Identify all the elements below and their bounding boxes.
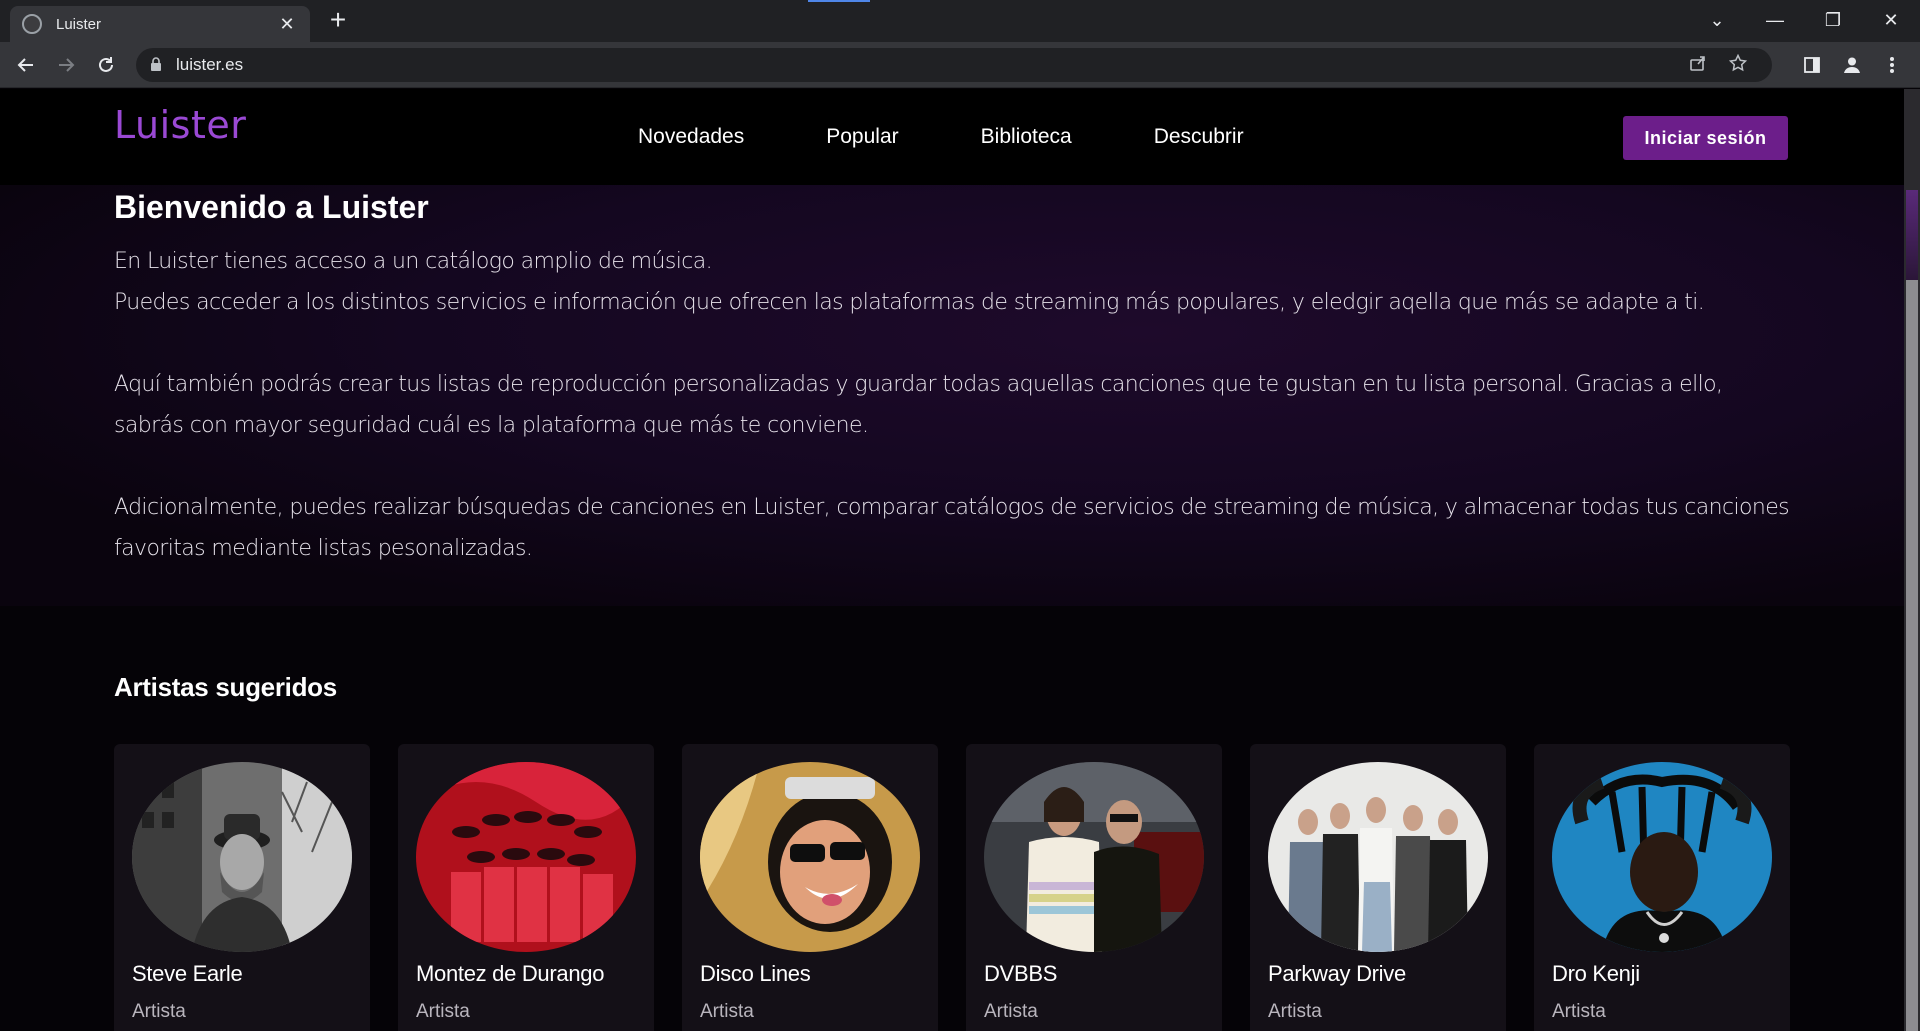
welcome-line-1b: Puedes acceder a los distintos servicios… — [114, 290, 1705, 315]
restore-icon[interactable]: ❐ — [1804, 0, 1862, 40]
nav-novedades[interactable]: Novedades — [638, 125, 744, 149]
artist-role: Artista — [700, 1001, 754, 1022]
welcome-line-1a: En Luister tienes acceso a un catálogo a… — [114, 249, 713, 274]
artist-name[interactable]: Disco Lines — [700, 961, 811, 987]
artist-photo[interactable] — [132, 762, 352, 952]
forward-arrow-icon[interactable] — [50, 49, 82, 81]
artist-photo[interactable] — [1268, 762, 1488, 952]
artist-name[interactable]: Steve Earle — [132, 961, 243, 987]
nav-popular[interactable]: Popular — [826, 125, 898, 149]
url-text[interactable]: luister.es — [176, 55, 1678, 75]
artist-name[interactable]: Parkway Drive — [1268, 961, 1406, 987]
artist-role: Artista — [416, 1001, 470, 1022]
minimize-icon[interactable]: — — [1746, 0, 1804, 40]
browser-toolbar: luister.es — [0, 42, 1920, 88]
side-panel-icon[interactable] — [1796, 49, 1828, 81]
window-controls: ⌄ — ❐ ✕ — [1688, 0, 1920, 40]
artist-card[interactable]: DVBBS Artista — [966, 744, 1222, 1031]
scrollbar-thumb[interactable] — [1906, 190, 1918, 280]
welcome-title: Bienvenido a Luister — [114, 189, 429, 225]
address-bar[interactable]: luister.es — [136, 48, 1772, 82]
artist-role: Artista — [984, 1001, 1038, 1022]
artist-role: Artista — [132, 1001, 186, 1022]
welcome-section: Bienvenido a Luister En Luister tienes a… — [0, 185, 1904, 606]
lock-icon[interactable] — [150, 56, 162, 74]
artist-card[interactable]: Parkway Drive Artista — [1250, 744, 1506, 1031]
artist-photo[interactable] — [1552, 762, 1772, 952]
nav-biblioteca[interactable]: Biblioteca — [981, 125, 1072, 149]
tab-favicon-icon — [22, 14, 42, 34]
tab-strip-indicator — [808, 0, 870, 2]
artist-role: Artista — [1552, 1001, 1606, 1022]
new-tab-button[interactable]: + — [323, 6, 353, 36]
more-menu-icon[interactable] — [1876, 49, 1908, 81]
artist-photo[interactable] — [416, 762, 636, 952]
artist-photo[interactable] — [984, 762, 1204, 952]
artist-card[interactable]: Steve Earle Artista — [114, 744, 370, 1031]
web-page: Luister Novedades Popular Biblioteca Des… — [0, 89, 1904, 1031]
artist-card[interactable]: Montez de Durango Artista — [398, 744, 654, 1031]
tab-title: Luister — [56, 15, 102, 33]
artist-card[interactable]: Dro Kenji Artista — [1534, 744, 1790, 1031]
browser-tab-bar: Luister ✕ + ⌄ — ❐ ✕ — [0, 0, 1920, 42]
artist-card[interactable]: Disco Lines Artista — [682, 744, 938, 1031]
login-button[interactable]: Iniciar sesión — [1623, 116, 1788, 160]
scrollbar-track[interactable] — [1906, 280, 1918, 1031]
tab-close-icon[interactable]: ✕ — [276, 14, 298, 35]
welcome-paragraph-2: Aquí también podrás crear tus listas de … — [114, 372, 1723, 438]
welcome-paragraph-3: Adicionalmente, puedes realizar búsqueda… — [114, 495, 1790, 561]
site-header: Luister Novedades Popular Biblioteca Des… — [0, 89, 1904, 185]
artist-name[interactable]: Montez de Durango — [416, 961, 604, 987]
site-logo[interactable]: Luister — [114, 103, 246, 147]
artist-role: Artista — [1268, 1001, 1322, 1022]
profile-icon[interactable] — [1836, 49, 1868, 81]
suggested-artists-title: Artistas sugeridos — [114, 672, 337, 702]
welcome-paragraph-1: En Luister tienes acceso a un catálogo a… — [114, 241, 1794, 323]
artist-list: Steve Earle Artista Montez de Durango Ar… — [114, 744, 1818, 1031]
browser-tab[interactable]: Luister ✕ — [10, 6, 310, 42]
share-icon[interactable] — [1678, 54, 1718, 77]
welcome-text: En Luister tienes acceso a un catálogo a… — [114, 241, 1794, 610]
artist-name[interactable]: DVBBS — [984, 961, 1057, 987]
artist-name[interactable]: Dro Kenji — [1552, 961, 1640, 987]
close-window-icon[interactable]: ✕ — [1862, 0, 1920, 40]
artist-photo[interactable] — [700, 762, 920, 952]
main-nav: Novedades Popular Biblioteca Descubrir — [638, 125, 1326, 149]
reload-icon[interactable] — [90, 49, 122, 81]
tab-search-chevron-icon[interactable]: ⌄ — [1688, 0, 1746, 40]
back-arrow-icon[interactable] — [10, 49, 42, 81]
bookmark-star-icon[interactable] — [1718, 53, 1758, 77]
nav-descubrir[interactable]: Descubrir — [1154, 125, 1244, 149]
